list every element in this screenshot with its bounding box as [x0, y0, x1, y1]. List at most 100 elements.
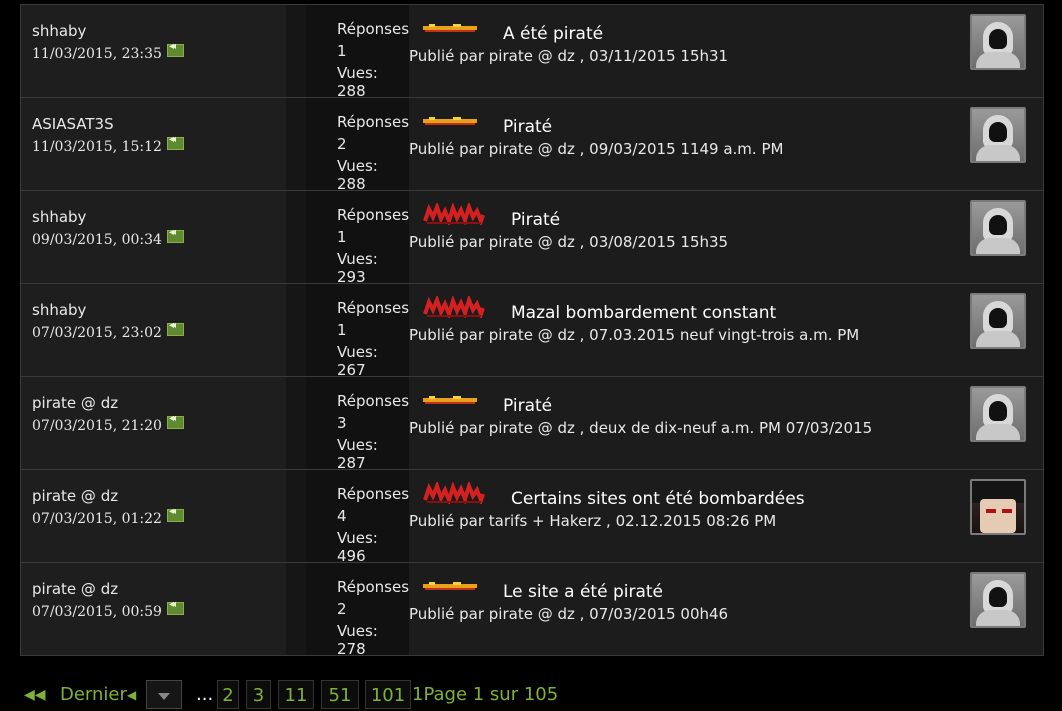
- replies-count: 1: [337, 42, 347, 60]
- thread-title-link[interactable]: Piraté: [511, 210, 560, 230]
- last-post-username[interactable]: pirate @ dz: [32, 394, 118, 412]
- last-post-cell: shhaby 11/03/2015, 23:35: [21, 5, 286, 97]
- thread-info-cell: Piraté Publié par pirate @ dz , 09/03/201…: [409, 98, 1043, 190]
- views-count: Vues: 287: [337, 436, 378, 472]
- prefix-banner-icon: [423, 22, 477, 36]
- stats-cell: Réponses: 1 Vues: 293: [306, 191, 414, 286]
- thread-title-link[interactable]: Piraté: [503, 117, 552, 137]
- last-post-date: 07/03/2015, 23:02: [32, 320, 184, 341]
- page-link-51[interactable]: 51: [321, 680, 359, 709]
- go-to-last-post-icon[interactable]: [166, 227, 184, 243]
- last-page-link[interactable]: Dernier: [60, 680, 127, 710]
- last-post-date: 07/03/2015, 01:22: [32, 506, 184, 527]
- replies-count: 1: [337, 321, 347, 339]
- views-count: Vues: 288: [337, 64, 378, 100]
- thread-row: shhaby11/03/2015, 23:35 Réponses: 1 Vues: 2…: [21, 5, 1043, 100]
- last-post-username[interactable]: shhaby: [32, 22, 86, 40]
- last-post-cell: ASIASAT3S 11/03/2015, 15:12: [21, 98, 286, 190]
- last-post-cell: shhaby 09/03/2015, 00:34: [21, 191, 286, 283]
- first-page-icon[interactable]: ◀◀: [24, 680, 46, 710]
- go-to-last-post-icon[interactable]: [166, 506, 184, 522]
- stats-cell: Réponses: 1 Vues: 267: [306, 284, 414, 379]
- cell-divider: [286, 98, 306, 190]
- last-post-date: 07/03/2015, 21:20: [32, 413, 184, 434]
- thread-title-link[interactable]: Piraté: [503, 396, 552, 416]
- page-link-2[interactable]: 2: [217, 680, 239, 709]
- last-post-date: 07/03/2015, 00:59: [32, 599, 184, 620]
- prefix-banner-icon: [423, 394, 477, 408]
- views-count: Vues: 267: [337, 343, 378, 379]
- last-post-date: 09/03/2015, 00:34: [32, 227, 184, 248]
- thread-row: pirate @ dz07/03/2015, 01:22 Réponses: 4 Vu…: [21, 470, 1043, 565]
- thread-list: shhaby11/03/2015, 23:35 Réponses: 1 Vues: 2…: [20, 4, 1044, 658]
- thread-info-cell: Piraté Publié par pirate @ dz , deux de d…: [409, 377, 1043, 469]
- prev-arrow-icon[interactable]: ◀: [127, 680, 136, 710]
- replies-label: Réponses:: [337, 578, 415, 596]
- prefix-banner-icon: [423, 115, 477, 129]
- hooded-avatar[interactable]: [970, 200, 1026, 256]
- hooded-avatar[interactable]: [970, 293, 1026, 349]
- chevron-down-icon: [158, 693, 170, 700]
- prefix-red-graffiti-icon: [423, 479, 485, 507]
- thread-info-cell: Piraté Publié par pirate @ dz , 03/08/201…: [409, 191, 1043, 283]
- replies-label: Réponses:: [337, 206, 415, 224]
- page-status: 1Page 1 sur 105: [412, 684, 559, 705]
- last-post-username[interactable]: pirate @ dz: [32, 580, 118, 598]
- last-post-cell: pirate @ dz 07/03/2015, 01:22: [21, 470, 286, 562]
- page-link-101[interactable]: 101: [365, 680, 411, 709]
- thread-title-link[interactable]: Certains sites ont été bombardées: [511, 489, 805, 509]
- thread-info-cell: Certains sites ont été bombardées Publié …: [409, 470, 1043, 562]
- cell-divider: [286, 377, 306, 469]
- last-post-username[interactable]: ASIASAT3S: [32, 115, 114, 133]
- page-link-3[interactable]: 3: [246, 680, 271, 709]
- replies-count: 2: [337, 135, 347, 153]
- thread-byline: Publié par pirate @ dz , deux de dix-neu…: [409, 419, 873, 437]
- replies-label: Réponses:: [337, 392, 415, 410]
- thread-byline: Publié par pirate @ dz , 07/03/2015 00h4…: [409, 605, 729, 623]
- last-post-username[interactable]: pirate @ dz: [32, 487, 118, 505]
- prefix-banner-icon: [423, 580, 477, 594]
- thread-title-link[interactable]: Le site a été piraté: [503, 582, 663, 602]
- stats-cell: Réponses: 2 Vues: 288: [306, 98, 414, 193]
- thread-byline: Publié par pirate @ dz , 03/08/2015 15h3…: [409, 233, 729, 251]
- pager-ellipsis: ...: [196, 684, 214, 705]
- thread-info-cell: Le site a été piraté Publié par pirate @ …: [409, 563, 1043, 655]
- last-post-cell: shhaby 07/03/2015, 23:02: [21, 284, 286, 376]
- go-to-last-post-icon[interactable]: [166, 320, 184, 336]
- page-link-11[interactable]: 11: [278, 680, 314, 709]
- last-post-username[interactable]: shhaby: [32, 208, 86, 226]
- views-count: Vues: 288: [337, 157, 378, 193]
- anime-avatar[interactable]: [970, 479, 1026, 535]
- thread-byline: Publié par pirate @ dz , 03/11/2015 15h3…: [409, 47, 729, 65]
- last-post-username[interactable]: shhaby: [32, 301, 86, 319]
- cell-divider: [286, 284, 306, 376]
- cell-divider: [286, 470, 306, 562]
- go-to-last-post-icon[interactable]: [166, 413, 184, 429]
- stats-cell: Réponses: 2 Vues: 278: [306, 563, 414, 658]
- go-to-last-post-icon[interactable]: [166, 134, 184, 150]
- cell-divider: [286, 5, 306, 97]
- replies-label: Réponses:: [337, 485, 415, 503]
- prefix-red-graffiti-icon: [423, 293, 485, 321]
- hooded-avatar[interactable]: [970, 572, 1026, 628]
- thread-row: ASIASAT3S11/03/2015, 15:12 Réponses: 2 Vues…: [21, 98, 1043, 193]
- last-post-cell: pirate @ dz 07/03/2015, 21:20: [21, 377, 286, 469]
- stats-cell: Réponses: 4 Vues: 496: [306, 470, 414, 565]
- replies-count: 1: [337, 228, 347, 246]
- hooded-avatar[interactable]: [970, 386, 1026, 442]
- thread-info-cell: Mazal bombardement constant Publié par pi…: [409, 284, 1043, 376]
- pagination: ◀◀ Dernier ◀ ... 2 3 11 51 101 1Page 1 s…: [20, 680, 1062, 710]
- go-to-last-post-icon[interactable]: [166, 599, 184, 615]
- hooded-avatar[interactable]: [970, 14, 1026, 70]
- hooded-avatar[interactable]: [970, 107, 1026, 163]
- replies-count: 2: [337, 600, 347, 618]
- cell-divider: [286, 563, 306, 655]
- replies-label: Réponses:: [337, 20, 415, 38]
- page-jump-dropdown[interactable]: [146, 680, 182, 709]
- prefix-red-graffiti-icon: [423, 200, 485, 228]
- thread-title-link[interactable]: Mazal bombardement constant: [511, 303, 776, 323]
- replies-count: 3: [337, 414, 347, 432]
- thread-title-link[interactable]: A été piraté: [503, 24, 603, 44]
- thread-byline: Publié par pirate @ dz , 07.03.2015 neuf…: [409, 326, 860, 344]
- go-to-last-post-icon[interactable]: [166, 41, 184, 57]
